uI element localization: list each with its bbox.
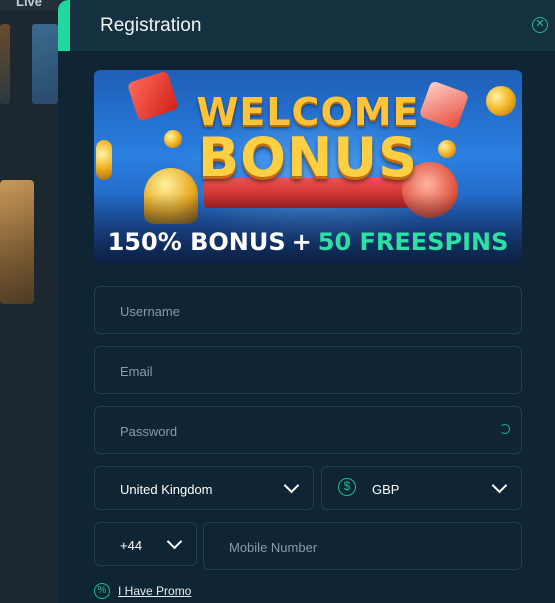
plus-sign: + bbox=[291, 228, 312, 256]
username-placeholder: Username bbox=[120, 304, 180, 319]
mobile-number-placeholder: Mobile Number bbox=[229, 540, 318, 555]
password-field[interactable]: Password bbox=[94, 406, 522, 454]
country-select[interactable]: United Kingdom bbox=[94, 466, 314, 510]
phone-code-select[interactable]: +44 bbox=[94, 522, 197, 566]
header-accent-bar bbox=[58, 0, 70, 51]
currency-select[interactable]: $ GBP bbox=[321, 466, 522, 510]
background-game-tile[interactable] bbox=[32, 24, 58, 104]
dollar-icon: $ bbox=[338, 478, 356, 496]
currency-value: GBP bbox=[372, 482, 400, 497]
background-game-tile[interactable] bbox=[0, 24, 10, 104]
welcome-bonus-banner: WELCOME BONUS 150% BONUS +50 FREESPINS bbox=[94, 70, 522, 264]
chevron-down-icon bbox=[166, 533, 183, 550]
close-icon[interactable]: ✕ bbox=[532, 17, 548, 33]
banner-offer: 150% BONUS +50 FREESPINS bbox=[94, 228, 522, 256]
email-field[interactable]: Email bbox=[94, 346, 522, 394]
eye-icon[interactable] bbox=[500, 424, 510, 434]
background-nav-live[interactable]: Live bbox=[16, 0, 42, 9]
chevron-down-icon bbox=[283, 477, 300, 494]
percent-icon: % bbox=[94, 583, 110, 599]
promo-link-text[interactable]: I Have Promo bbox=[118, 584, 191, 598]
modal-title: Registration bbox=[100, 15, 202, 36]
password-placeholder: Password bbox=[120, 424, 178, 439]
country-value: United Kingdom bbox=[120, 482, 213, 497]
username-field[interactable]: Username bbox=[94, 286, 522, 334]
banner-bonus-text: BONUS bbox=[198, 126, 418, 189]
phone-code-value: +44 bbox=[120, 538, 143, 553]
freespins-text: 50 FREESPINS bbox=[317, 228, 509, 256]
chevron-down-icon bbox=[491, 477, 508, 494]
bonus-percent-text: 150% BONUS bbox=[107, 228, 286, 256]
modal-header: Registration ✕ bbox=[58, 0, 555, 51]
mobile-number-field[interactable]: Mobile Number bbox=[203, 522, 522, 570]
email-placeholder: Email bbox=[120, 364, 153, 379]
registration-modal: Registration ✕ WELCOME BONUS 150% BONUS +… bbox=[58, 0, 555, 603]
background-game-tile[interactable] bbox=[0, 180, 34, 304]
